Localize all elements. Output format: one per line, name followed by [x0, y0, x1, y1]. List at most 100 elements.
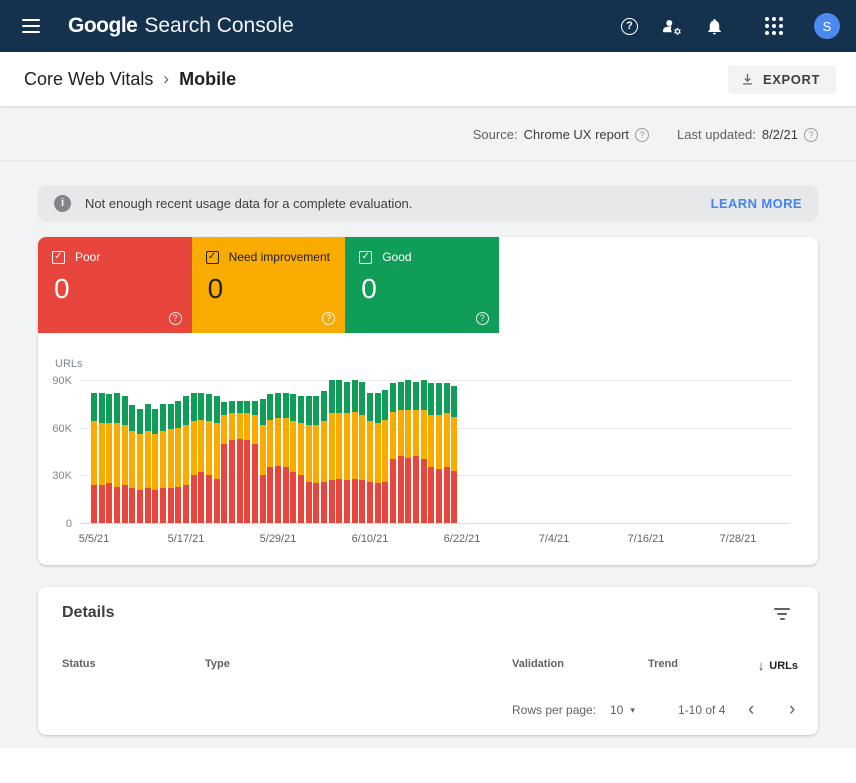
- last-updated-help-icon[interactable]: ?: [804, 128, 818, 142]
- chart-bar[interactable]: [359, 382, 365, 523]
- chart-bar[interactable]: [260, 399, 266, 523]
- chart-bar[interactable]: [160, 404, 166, 523]
- chart-bar[interactable]: [329, 380, 335, 523]
- column-header-type[interactable]: Type: [205, 658, 230, 670]
- bar-segment-good: [367, 393, 373, 422]
- bar-segment-good: [152, 409, 158, 434]
- chart-bar[interactable]: [275, 393, 281, 523]
- bar-segment-poor: [160, 488, 166, 523]
- chart-bar[interactable]: [145, 404, 151, 523]
- chart-bar[interactable]: [367, 393, 373, 523]
- chart-bar[interactable]: [114, 393, 120, 523]
- chart-bar[interactable]: [344, 382, 350, 523]
- chart-bar[interactable]: [321, 391, 327, 523]
- source-help-icon[interactable]: ?: [635, 128, 649, 142]
- chart-bar[interactable]: [390, 383, 396, 523]
- x-tick-label: 5/29/21: [248, 533, 308, 545]
- bar-segment-poor: [344, 480, 350, 523]
- chart-bar[interactable]: [229, 401, 235, 523]
- chart-bar[interactable]: [244, 401, 250, 523]
- chart-bar[interactable]: [405, 380, 411, 523]
- dropdown-caret-icon: ▾: [630, 705, 635, 716]
- chart-bar[interactable]: [298, 396, 304, 523]
- chart-bar[interactable]: [398, 382, 404, 523]
- bar-segment-need-improvement: [206, 421, 212, 475]
- chart-bar[interactable]: [168, 404, 174, 523]
- bar-segment-poor: [152, 490, 158, 523]
- chart-bar[interactable]: [137, 409, 143, 523]
- bar-segment-poor: [252, 444, 258, 523]
- learn-more-link[interactable]: LEARN MORE: [711, 196, 802, 211]
- account-avatar[interactable]: S: [814, 13, 840, 39]
- manage-users-icon[interactable]: [661, 16, 682, 37]
- chart-bar[interactable]: [290, 394, 296, 523]
- bar-segment-poor: [237, 439, 243, 523]
- chart-bar[interactable]: [183, 396, 189, 523]
- chart-bar[interactable]: [352, 380, 358, 523]
- column-header-status[interactable]: Status: [62, 658, 96, 670]
- column-header-urls[interactable]: ↓ URLs: [758, 658, 798, 673]
- chart-plot[interactable]: 030K60K90K5/5/215/17/215/29/216/10/216/2…: [80, 381, 790, 524]
- column-header-trend[interactable]: Trend: [648, 658, 678, 670]
- chart-bar[interactable]: [252, 401, 258, 523]
- chart-bar[interactable]: [375, 393, 381, 523]
- chart-bar[interactable]: [91, 393, 97, 523]
- status-card-poor[interactable]: ✓ Poor 0 ?: [38, 237, 192, 333]
- help-icon[interactable]: ?: [621, 18, 638, 35]
- good-count: 0: [361, 273, 487, 305]
- bar-segment-need-improvement: [160, 431, 166, 488]
- chart-bar[interactable]: [198, 393, 204, 523]
- bar-segment-need-improvement: [145, 431, 151, 488]
- bar-segment-need-improvement: [260, 425, 266, 476]
- poor-checkbox-icon[interactable]: ✓: [52, 251, 65, 264]
- gridline: [80, 523, 790, 524]
- export-button[interactable]: EXPORT: [728, 65, 836, 94]
- chart-bar[interactable]: [206, 394, 212, 523]
- chart-bar[interactable]: [382, 390, 388, 523]
- bar-segment-need-improvement: [313, 425, 319, 484]
- chart-bar[interactable]: [436, 383, 442, 523]
- chart-bar[interactable]: [336, 380, 342, 523]
- chart-bar[interactable]: [421, 380, 427, 523]
- filter-icon[interactable]: [774, 608, 790, 620]
- chart-bar[interactable]: [313, 396, 319, 523]
- chart-bar[interactable]: [191, 393, 197, 523]
- chart-bar[interactable]: [428, 383, 434, 523]
- rows-per-page-select[interactable]: 10 ▾: [610, 703, 635, 717]
- chart-bar[interactable]: [122, 396, 128, 523]
- good-help-icon[interactable]: ?: [476, 312, 489, 325]
- bar-segment-good: [390, 383, 396, 412]
- chart-bar[interactable]: [106, 394, 112, 523]
- menu-icon[interactable]: [22, 19, 40, 33]
- apps-grid-icon[interactable]: [765, 17, 783, 35]
- chart-bar[interactable]: [152, 409, 158, 523]
- chart-bar[interactable]: [99, 393, 105, 523]
- bar-segment-poor: [321, 482, 327, 523]
- chart-bar[interactable]: [237, 401, 243, 523]
- chart-bar[interactable]: [413, 382, 419, 523]
- previous-page-button[interactable]: ‹: [748, 703, 754, 717]
- next-page-button[interactable]: ›: [789, 703, 795, 717]
- chart-bar[interactable]: [283, 393, 289, 523]
- poor-help-icon[interactable]: ?: [169, 312, 182, 325]
- bar-segment-need-improvement: [191, 421, 197, 475]
- chart-bar[interactable]: [451, 386, 457, 523]
- need-improvement-help-icon[interactable]: ?: [322, 312, 335, 325]
- breadcrumb-section[interactable]: Core Web Vitals: [24, 69, 153, 90]
- chart-bar[interactable]: [214, 396, 220, 523]
- chart-bar[interactable]: [306, 396, 312, 523]
- need-improvement-checkbox-icon[interactable]: ✓: [206, 251, 219, 264]
- chart-bar[interactable]: [221, 402, 227, 523]
- status-card-need-improvement[interactable]: ✓ Need improvement 0 ?: [192, 237, 346, 333]
- y-tick-label: 30K: [38, 470, 72, 482]
- status-card-good[interactable]: ✓ Good 0 ?: [345, 237, 499, 333]
- column-header-validation[interactable]: Validation: [512, 658, 564, 670]
- app-logo[interactable]: Google Search Console: [68, 14, 294, 38]
- good-checkbox-icon[interactable]: ✓: [359, 251, 372, 264]
- bar-segment-good: [137, 409, 143, 434]
- chart-bar[interactable]: [267, 394, 273, 523]
- chart-bar[interactable]: [175, 401, 181, 523]
- chart-bar[interactable]: [129, 405, 135, 523]
- notifications-icon[interactable]: [705, 17, 724, 36]
- chart-bar[interactable]: [444, 383, 450, 523]
